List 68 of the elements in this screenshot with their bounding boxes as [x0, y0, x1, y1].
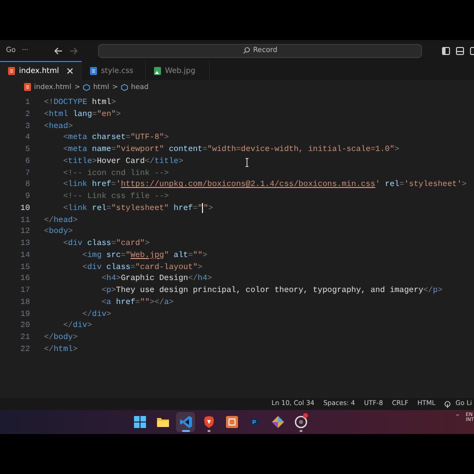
text-cursor-icon — [245, 158, 250, 167]
line-number: 4 — [24, 132, 31, 144]
code-line: <!-- Link css file --> — [62, 191, 169, 203]
code-line: </head> — [44, 214, 78, 226]
start-icon — [132, 415, 146, 429]
notification-badge — [303, 413, 308, 418]
folder-icon — [156, 415, 170, 429]
app-window-icon — [224, 415, 238, 429]
code-line: <img src="Web.jpg" alt=""> — [81, 250, 208, 262]
layout-icon[interactable] — [470, 46, 474, 54]
line-number: 8 — [24, 179, 31, 191]
close-icon[interactable] — [67, 68, 73, 74]
code-line: </body> — [44, 332, 78, 344]
line-number: 10 — [19, 202, 31, 214]
line-number: 2 — [24, 108, 31, 120]
back-arrow-icon[interactable] — [54, 46, 64, 54]
code-line: </div> — [62, 320, 92, 332]
line-number: 20 — [19, 320, 31, 332]
code-line: <div class="card"> — [62, 238, 150, 250]
code-line: <p>They use design principal, color theory, typography, and imagery</p> — [100, 285, 443, 297]
line-number: 16 — [19, 273, 31, 285]
code-line: <div class="card-layout"> — [81, 262, 202, 274]
line-number: 7 — [24, 168, 31, 180]
line-number: 14 — [19, 250, 31, 262]
html-file-icon — [24, 83, 31, 91]
code-line: <h4>Graphic Design</h4> — [100, 273, 212, 285]
cube-icon — [83, 84, 90, 90]
line-number: 18 — [19, 296, 31, 308]
code-editor-icon — [178, 415, 192, 429]
code-line: <head> — [44, 120, 73, 132]
line-number: 9 — [24, 191, 31, 203]
broadcast-icon — [444, 400, 452, 408]
code-line: <a href=""></a> — [100, 296, 174, 308]
code-line: <body> — [44, 226, 73, 238]
panel-toggle-icon[interactable] — [456, 46, 464, 54]
code-line: <meta name="viewport" content="width=device-width, initial-scale=1.0"> — [62, 144, 400, 156]
taskbar-app[interactable] — [176, 412, 195, 432]
code-line: <!-- icon cnd link --> — [62, 168, 169, 180]
line-number: 11 — [19, 214, 31, 226]
shield-icon — [202, 415, 216, 429]
code-line: <html lang="en"> — [44, 108, 121, 120]
line-number: 6 — [24, 156, 31, 168]
code-line: <!DOCTYPE html> — [44, 97, 116, 109]
html-file-icon — [8, 67, 15, 75]
text-caret — [202, 202, 204, 213]
cube-icon — [121, 84, 128, 90]
search-icon — [243, 47, 250, 54]
line-number: 15 — [19, 262, 31, 274]
diamond-icon — [270, 415, 284, 429]
image-file-icon — [154, 66, 161, 74]
code-line: </div> — [81, 308, 112, 320]
code-line: <link href='https://unpkg.com/boxicons@2.1.4/css/boxicons.min.css' rel='stylesheet'> — [62, 179, 467, 191]
code-line: <meta charset="UTF-8"> — [62, 132, 169, 144]
code-line: <title>Hover Card</title> — [62, 156, 184, 168]
line-number: 5 — [24, 144, 31, 156]
line-number: 21 — [19, 332, 31, 344]
sidebar-toggle-icon[interactable] — [442, 46, 450, 54]
line-number: 1 — [24, 97, 31, 109]
line-number: 3 — [24, 120, 31, 132]
code-line: <link rel="stylesheet" href=""> — [62, 202, 214, 214]
line-number: 22 — [19, 344, 31, 356]
code-line: </html> — [44, 344, 78, 356]
line-number: 13 — [19, 238, 31, 250]
ring-icon — [294, 415, 308, 429]
css-file-icon — [90, 66, 97, 74]
line-number: 19 — [19, 308, 31, 320]
line-number: 12 — [19, 226, 31, 238]
line-number: 17 — [19, 285, 31, 297]
